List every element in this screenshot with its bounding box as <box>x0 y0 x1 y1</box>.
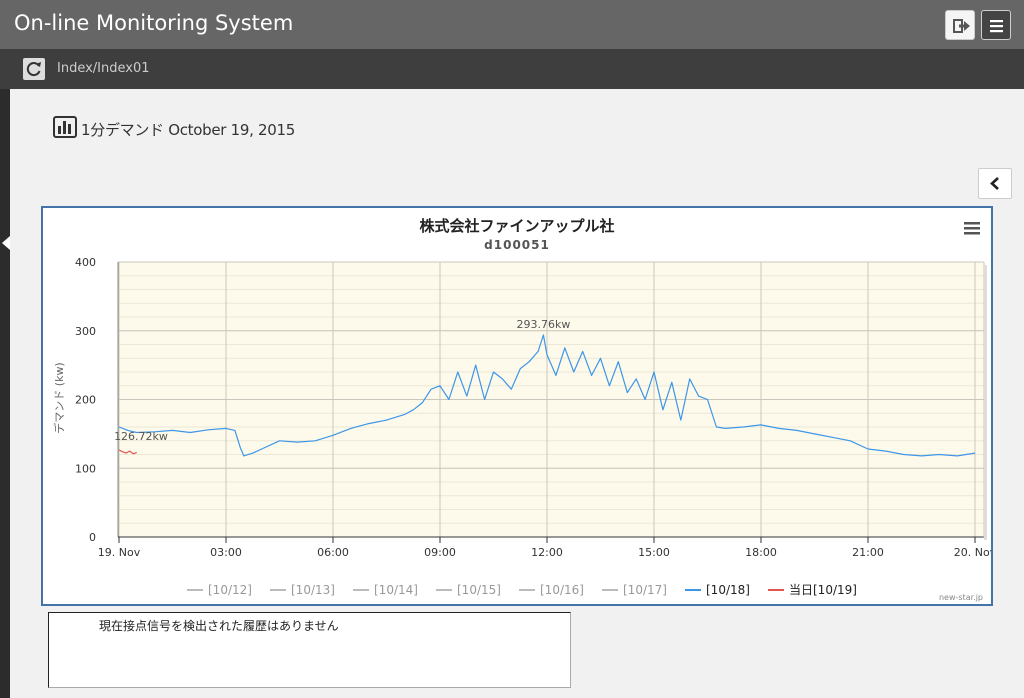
breadcrumb[interactable]: Index/Index01 <box>57 61 150 76</box>
legend-label: [10/16] <box>540 583 584 597</box>
demand-chart: 0 100 200 300 400 19. Nov 03:00 06:00 09:00 12:00… <box>41 206 993 606</box>
breadcrumb-bar <box>0 49 1024 89</box>
x-tick-label: 03:00 <box>210 546 242 559</box>
x-tick-label: 18:00 <box>745 546 777 559</box>
chevron-left-icon <box>990 177 999 190</box>
legend-item[interactable]: [10/13] <box>270 583 335 597</box>
legend-item[interactable]: [10/15] <box>436 583 501 597</box>
y-tick-label: 0 <box>89 531 96 544</box>
legend-label: [10/15] <box>457 583 501 597</box>
chart-title: 株式会社ファインアップル社 <box>419 217 614 235</box>
x-tick-label: 20. Nov <box>954 546 991 559</box>
chart-subtitle: d100051 <box>484 238 550 252</box>
x-tick-label: 15:00 <box>638 546 670 559</box>
legend-label: [10/12] <box>208 583 252 597</box>
chart-menu-button[interactable] <box>961 218 983 238</box>
data-label: 293.76kw <box>517 318 571 331</box>
refresh-icon <box>26 62 41 77</box>
hamburger-icon <box>990 20 1003 33</box>
chart-credits[interactable]: new-star.jp <box>939 593 983 602</box>
x-tick-label: 06:00 <box>317 546 349 559</box>
x-tick-label: 09:00 <box>424 546 456 559</box>
legend-item[interactable]: [10/18] <box>685 583 750 597</box>
plot-shadow <box>984 265 987 540</box>
menu-button[interactable] <box>981 10 1011 40</box>
app-title: On-line Monitoring System <box>14 11 294 35</box>
x-tick-label: 12:00 <box>531 546 563 559</box>
legend-label: [10/14] <box>374 583 418 597</box>
legend-item[interactable]: [10/12] <box>187 583 252 597</box>
y-tick-label: 200 <box>75 394 96 407</box>
sign-out-icon <box>953 19 970 33</box>
legend-item[interactable]: [10/16] <box>519 583 584 597</box>
data-label: 126.72kw <box>114 430 168 443</box>
y-tick-label: 400 <box>75 256 96 269</box>
collapse-panel-button[interactable] <box>978 168 1012 199</box>
sidebar <box>0 89 10 698</box>
log-message: 現在接点信号を検出された履歴はありません <box>99 619 339 633</box>
logout-button[interactable] <box>945 10 975 40</box>
y-tick-label: 100 <box>75 462 96 475</box>
bar-chart-icon <box>53 116 77 138</box>
refresh-button[interactable] <box>23 58 45 80</box>
demand-chart-svg: 0 100 200 300 400 19. Nov 03:00 06:00 09:00 12:00… <box>52 217 991 602</box>
y-axis-label: デマンド (kw) <box>52 362 66 433</box>
sidebar-toggle-arrow-icon[interactable] <box>2 236 10 250</box>
legend-label: [10/17] <box>623 583 667 597</box>
x-tick-label: 19. Nov <box>98 546 141 559</box>
legend-label: [10/18] <box>706 583 750 597</box>
x-tick-label: 21:00 <box>852 546 884 559</box>
legend-item[interactable]: [10/17] <box>602 583 667 597</box>
contact-signal-log: 現在接点信号を検出された履歴はありません <box>48 612 571 688</box>
legend-item[interactable]: [10/14] <box>353 583 418 597</box>
legend-item[interactable]: 当日[10/19] <box>768 583 857 597</box>
chart-menu-icon <box>964 222 980 235</box>
page-title: 1分デマンド October 19, 2015 <box>81 121 296 139</box>
y-tick-label: 300 <box>75 325 96 338</box>
legend-label: 当日[10/19] <box>789 583 857 597</box>
legend-label: [10/13] <box>291 583 335 597</box>
